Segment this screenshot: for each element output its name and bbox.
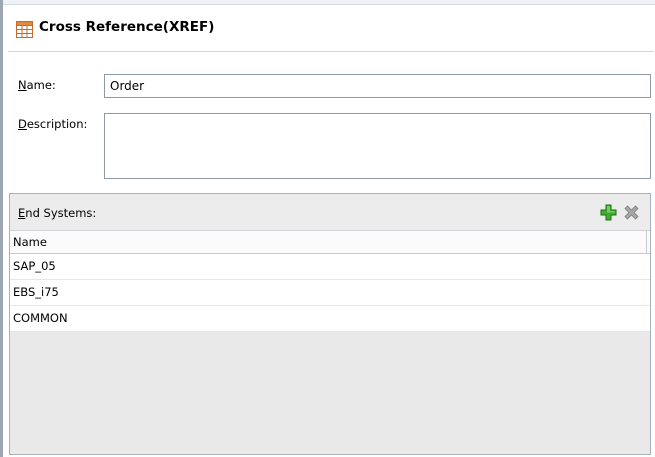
editor-header: Cross Reference(XREF) bbox=[3, 5, 652, 49]
end-systems-label: End Systems: bbox=[18, 206, 97, 220]
table-row-name: EBS_i75 bbox=[13, 285, 59, 299]
name-column-header[interactable]: Name bbox=[10, 231, 650, 254]
name-label: Name: bbox=[18, 78, 56, 92]
end-systems-header: End Systems: bbox=[10, 194, 650, 231]
name-label-text: ame: bbox=[26, 78, 56, 92]
table-row[interactable]: SAP_05 bbox=[10, 254, 650, 280]
table-row[interactable]: EBS_i75 bbox=[10, 280, 650, 306]
table-row-name: SAP_05 bbox=[13, 259, 56, 273]
end-systems-label-text: nd Systems: bbox=[25, 206, 97, 220]
table-row[interactable]: COMMON bbox=[10, 306, 650, 332]
name-column-header-text: Name bbox=[13, 235, 47, 249]
description-label-text: escription: bbox=[26, 117, 88, 131]
name-field[interactable]: Order bbox=[104, 74, 651, 98]
description-label: Description: bbox=[18, 117, 88, 131]
table-empty-area bbox=[10, 337, 650, 454]
header-divider bbox=[8, 51, 654, 52]
table-row-name: COMMON bbox=[13, 311, 68, 325]
delete-x-icon[interactable] bbox=[622, 203, 641, 222]
end-systems-panel: End Systems: Name SAP_05 EBS_i75 COMMON bbox=[9, 193, 651, 455]
xref-table-icon bbox=[16, 21, 33, 38]
window-left-border bbox=[0, 0, 3, 457]
column-separator[interactable] bbox=[646, 231, 647, 253]
description-field[interactable] bbox=[104, 113, 651, 179]
add-plus-icon[interactable] bbox=[599, 203, 618, 222]
page-title: Cross Reference(XREF) bbox=[39, 19, 215, 35]
